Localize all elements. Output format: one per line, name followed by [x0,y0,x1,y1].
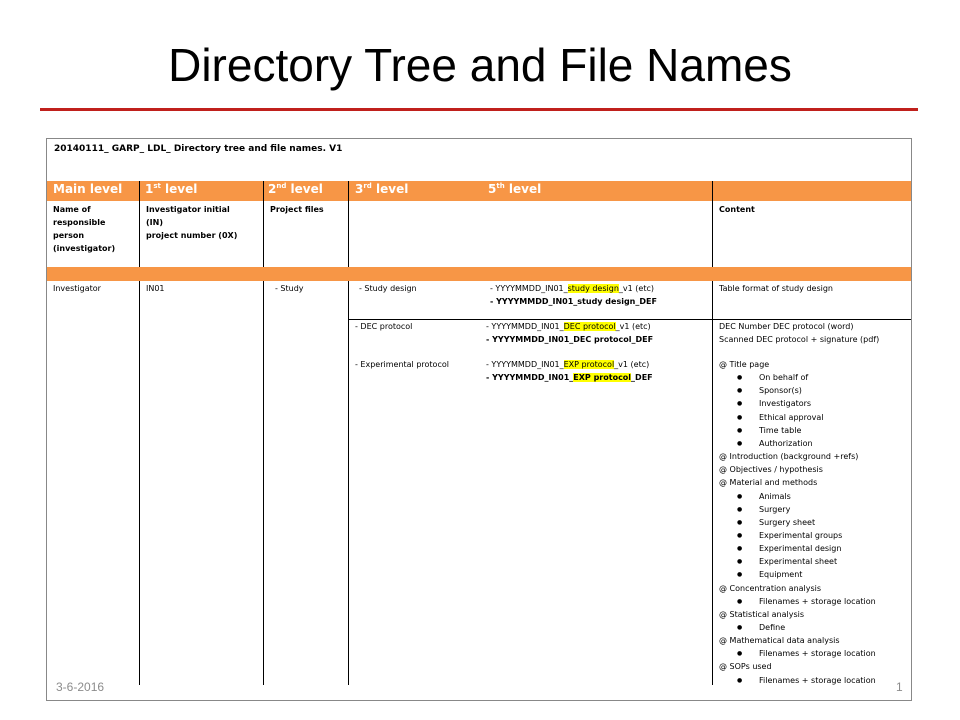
file-exp-protocol-v1: - YYYYMMDD_IN01_EXP protocol_v1 (etc) [486,360,650,369]
separator-band [47,267,911,281]
content-study-design: Table format of study design [719,284,833,293]
content-bullet-text: On behalf of [759,373,809,382]
bullet-icon: ● [737,440,743,447]
header-level-2: 2nd level [268,182,323,196]
folder-experimental-protocol: - Experimental protocol [355,360,449,369]
content-bullet-text: Authorization [759,439,813,448]
content-bullet-text: Investigators [759,399,812,408]
bullet-icon: ● [737,545,743,552]
subheader-project-files: Project files [270,205,324,214]
bullet-icon: ● [737,427,743,434]
content-section-heading: @ Mathematical data analysis [719,636,840,645]
content-bullet-text: Filenames + storage location [759,597,876,606]
bullet-icon: ● [737,650,743,657]
subheader-responsible-person: Name of responsible person (investigator… [53,205,116,253]
bullet-icon: ● [737,558,743,565]
bullet-icon: ● [737,519,743,526]
content-bullet-text: Animals [759,492,791,501]
file-study-design-v1: - YYYYMMDD_IN01_study design_v1 (etc) [490,284,654,293]
content-bullet-text: Filenames + storage location [759,649,876,658]
cell-investigator: Investigator [53,284,101,293]
file-study-design-def: - YYYYMMDD_IN01_study design_DEF [490,297,657,306]
content-bullet-text: Surgery sheet [759,518,816,527]
content-bullet-text: Surgery [759,505,791,514]
bullet-icon: ● [737,532,743,539]
cell-project-study: - Study [275,284,304,293]
folder-dec-protocol: - DEC protocol [355,322,413,331]
folder-study-design: - Study design [359,284,417,293]
content-bullet-text: Ethical approval [759,413,824,422]
title-divider [40,108,918,111]
bullet-icon: ● [737,624,743,631]
column-divider [712,181,713,685]
file-dec-protocol-def: - YYYYMMDD_IN01_DEC protocol_DEF [486,335,654,344]
slide-title: Directory Tree and File Names [168,39,792,91]
bullet-icon: ● [737,598,743,605]
content-bullet-text: Experimental groups [759,531,843,540]
file-exp-protocol-def: - YYYYMMDD_IN01_EXP protocol_DEF [486,373,653,382]
subheader-investigator-initial: Investigator initial (IN) project number… [146,205,238,240]
bullet-icon: ● [737,506,743,513]
page-number: 1 [896,680,903,694]
cell-initial: IN01 [146,284,165,293]
content-bullet-text: Time table [759,426,802,435]
content-section-heading: @ Objectives / hypothesis [719,465,823,474]
content-bullet-text: Filenames + storage location [759,676,876,685]
embedded-document: 20140111_ GARP_ LDL_ Directory tree and … [46,138,912,701]
content-section-heading: @ Material and methods [719,478,818,487]
content-section-heading: @ SOPs used [719,662,772,671]
file-dec-protocol-v1: - YYYYMMDD_IN01_DEC protocol_v1 (etc) [486,322,651,331]
subheader-content: Content [719,205,755,214]
bullet-icon: ● [737,493,743,500]
header-level-1: 1st level [145,182,198,196]
content-bullet-text: Equipment [759,570,803,579]
header-level-5: 5th level [488,182,542,196]
content-section-heading: @ Introduction (background +refs) [719,452,859,461]
column-divider [348,181,349,685]
bullet-icon: ● [737,400,743,407]
content-section-heading: @ Title page [719,360,770,369]
content-section-heading: @ Concentration analysis [719,584,822,593]
header-level-3: 3rd level [355,182,409,196]
bullet-icon: ● [737,677,743,684]
document-header: 20140111_ GARP_ LDL_ Directory tree and … [54,144,343,154]
column-divider [263,181,264,685]
content-bullet-text: Experimental sheet [759,557,838,566]
column-divider [139,181,140,685]
content-bullet-text: Experimental design [759,544,842,553]
content-bullet-text: Sponsor(s) [759,386,802,395]
footer-date: 3-6-2016 [56,680,105,694]
bullet-icon: ● [737,414,743,421]
bullet-icon: ● [737,571,743,578]
content-dec-pdf: Scanned DEC protocol + signature (pdf) [719,335,880,344]
content-bullet-text: Define [759,623,786,632]
bullet-icon: ● [737,374,743,381]
content-dec-word: DEC Number DEC protocol (word) [719,322,854,331]
header-main-level: Main level [53,182,123,196]
bullet-icon: ● [737,387,743,394]
content-section-heading: @ Statistical analysis [719,610,805,619]
